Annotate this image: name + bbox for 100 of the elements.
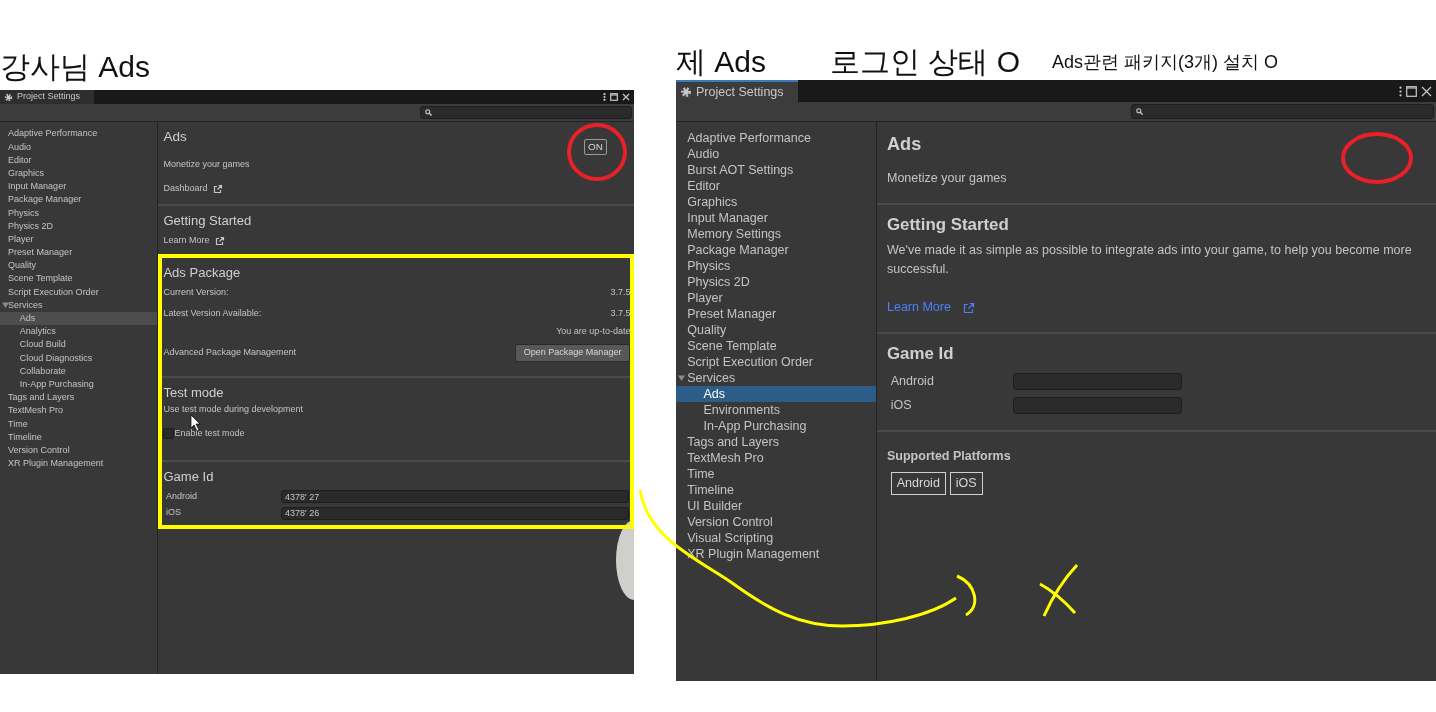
sidebar-item[interactable]: Audio — [0, 140, 157, 154]
sidebar-item[interactable]: Version Control — [676, 513, 876, 530]
gear-icon — [680, 86, 692, 98]
sidebar-item[interactable]: Ads — [0, 312, 157, 326]
section-description: Use test mode during development — [163, 403, 303, 414]
sidebar-item[interactable]: Scene Template — [676, 337, 876, 354]
sidebar-item[interactable]: Quality — [0, 259, 157, 273]
sidebar-item[interactable]: Input Manager — [676, 209, 876, 226]
external-link-icon — [215, 235, 226, 246]
window-tab[interactable]: Project Settings — [676, 80, 798, 102]
sidebar-item[interactable]: Physics 2D — [676, 273, 876, 290]
sidebar-item[interactable]: Graphics — [0, 166, 157, 181]
sidebar-item[interactable]: Cloud Diagnostics — [0, 351, 157, 365]
sidebar-item[interactable]: Quality — [676, 321, 876, 338]
sidebar-item[interactable]: Adaptive Performance — [676, 129, 876, 146]
caption-text: 강사님 Ads — [0, 49, 152, 85]
gear-icon — [4, 92, 13, 102]
section-title: Test mode — [163, 383, 225, 402]
sidebar-item[interactable]: Physics — [676, 257, 876, 274]
more-options-icon — [1399, 85, 1402, 97]
learn-more-link[interactable]: Learn More — [163, 233, 226, 248]
sidebar-item[interactable]: Physics — [0, 206, 157, 220]
sidebar-item[interactable]: Memory Settings — [676, 225, 876, 242]
sidebar-item[interactable]: Editor — [0, 153, 157, 167]
sidebar-item[interactable]: Player — [0, 232, 157, 247]
annotation-circle — [567, 123, 627, 181]
sidebar-item[interactable]: Time — [676, 465, 876, 482]
sidebar-item[interactable]: UI Builder — [676, 497, 876, 514]
sidebar-item[interactable]: Environments — [676, 401, 876, 418]
sidebar-item[interactable]: Analytics — [0, 325, 157, 339]
game-id-field[interactable]: 4378' 27 — [281, 490, 629, 504]
sidebar-item[interactable]: TextMesh Pro — [0, 404, 157, 418]
platform-tag: iOS — [949, 472, 983, 495]
search-icon — [425, 109, 432, 116]
sidebar-item[interactable]: Package Manager — [676, 241, 876, 258]
search-icon — [1136, 108, 1143, 115]
external-link-icon — [213, 184, 224, 195]
sidebar-item[interactable]: Tags and Layers — [676, 433, 876, 450]
section-title: Ads Package — [163, 263, 242, 282]
sidebar-item[interactable]: In-App Purchasing — [0, 377, 157, 392]
sidebar-item[interactable]: Preset Manager — [676, 305, 876, 322]
sidebar-item[interactable]: Timeline — [676, 481, 876, 498]
sidebar-item[interactable]: Tags and Layers — [0, 391, 157, 405]
platform-tag: Android — [890, 472, 946, 495]
sidebar-item[interactable]: Editor — [676, 177, 876, 194]
open-package-manager-button[interactable]: Open Package Manager — [514, 344, 631, 362]
field-label: Advanced Package Management — [163, 346, 296, 360]
sidebar-item[interactable]: Physics 2D — [0, 219, 157, 233]
tab-label: Project Settings — [17, 90, 81, 104]
section-title: Supported Platforms — [887, 448, 1012, 465]
maximize-icon — [610, 93, 618, 101]
checkbox[interactable] — [163, 428, 175, 440]
sidebar-item[interactable]: Collaborate — [0, 364, 157, 378]
section-title: Ads — [887, 132, 923, 156]
sidebar-item[interactable]: In-App Purchasing — [676, 417, 876, 434]
caption-text: Ads관련 패키지(3개) 설치 O — [1052, 52, 1279, 75]
toggle-button[interactable]: ON — [584, 138, 607, 155]
dashboard-link[interactable]: Dashboard — [163, 182, 224, 196]
sidebar-item[interactable]: Adaptive Performance — [0, 127, 157, 141]
sidebar-item[interactable]: Services — [0, 298, 157, 312]
annotation-bracket — [956, 574, 977, 617]
sidebar-item[interactable]: Graphics — [676, 193, 876, 210]
section-title: Game Id — [163, 468, 215, 487]
sidebar-item[interactable]: Audio — [676, 145, 876, 162]
game-id-field[interactable] — [1012, 372, 1182, 390]
game-id-field[interactable]: 4378' 26 — [281, 506, 629, 520]
sidebar-item[interactable]: Timeline — [0, 430, 157, 444]
sidebar-item[interactable]: Cloud Build — [0, 338, 157, 352]
sidebar-item[interactable]: Scene Template — [0, 272, 157, 286]
sidebar-item[interactable]: Visual Scripting — [676, 529, 876, 546]
sidebar-item[interactable]: Package Manager — [0, 193, 157, 207]
game-id-field[interactable] — [1012, 397, 1182, 415]
search-field[interactable] — [1131, 103, 1434, 120]
sidebar-item[interactable]: XR Plugin Management — [676, 545, 876, 562]
sidebar-item[interactable]: Time — [0, 417, 157, 431]
sidebar-item[interactable]: Player — [676, 289, 876, 306]
caption-text: 로그인 상태 O — [830, 44, 1021, 80]
version-value: 3.7.5 — [610, 285, 631, 299]
section-description: We've made it as simple as possible to integrate ads into your game, to help you become more successful. — [887, 241, 1413, 278]
sidebar-item[interactable]: Script Execution Order — [676, 353, 876, 370]
more-options-icon — [603, 93, 606, 101]
sidebar-item[interactable]: XR Plugin Management — [0, 457, 157, 471]
window-tab[interactable]: Project Settings — [0, 90, 95, 104]
sidebar-item[interactable]: Burst AOT Settings — [676, 161, 876, 178]
sidebar-item[interactable]: Version Control — [0, 443, 157, 458]
field-label: Android — [166, 489, 199, 503]
section-title: Game Id — [887, 342, 955, 365]
annotation-circle — [1341, 132, 1413, 184]
sidebar-item[interactable]: Services — [676, 369, 876, 386]
section-subtitle: Monetize your games — [887, 170, 1007, 188]
sidebar-item[interactable]: Ads — [676, 385, 876, 402]
sidebar-item[interactable]: Preset Manager — [0, 246, 157, 260]
section-title: Getting Started — [163, 211, 253, 230]
status-text: You are up-to-date — [556, 325, 631, 339]
sidebar-item[interactable]: TextMesh Pro — [676, 449, 876, 466]
close-icon — [622, 93, 630, 101]
search-field[interactable] — [420, 105, 632, 120]
external-link-icon — [962, 301, 975, 314]
sidebar-item[interactable]: Script Execution Order — [0, 285, 157, 299]
sidebar-item[interactable]: Input Manager — [0, 180, 157, 194]
